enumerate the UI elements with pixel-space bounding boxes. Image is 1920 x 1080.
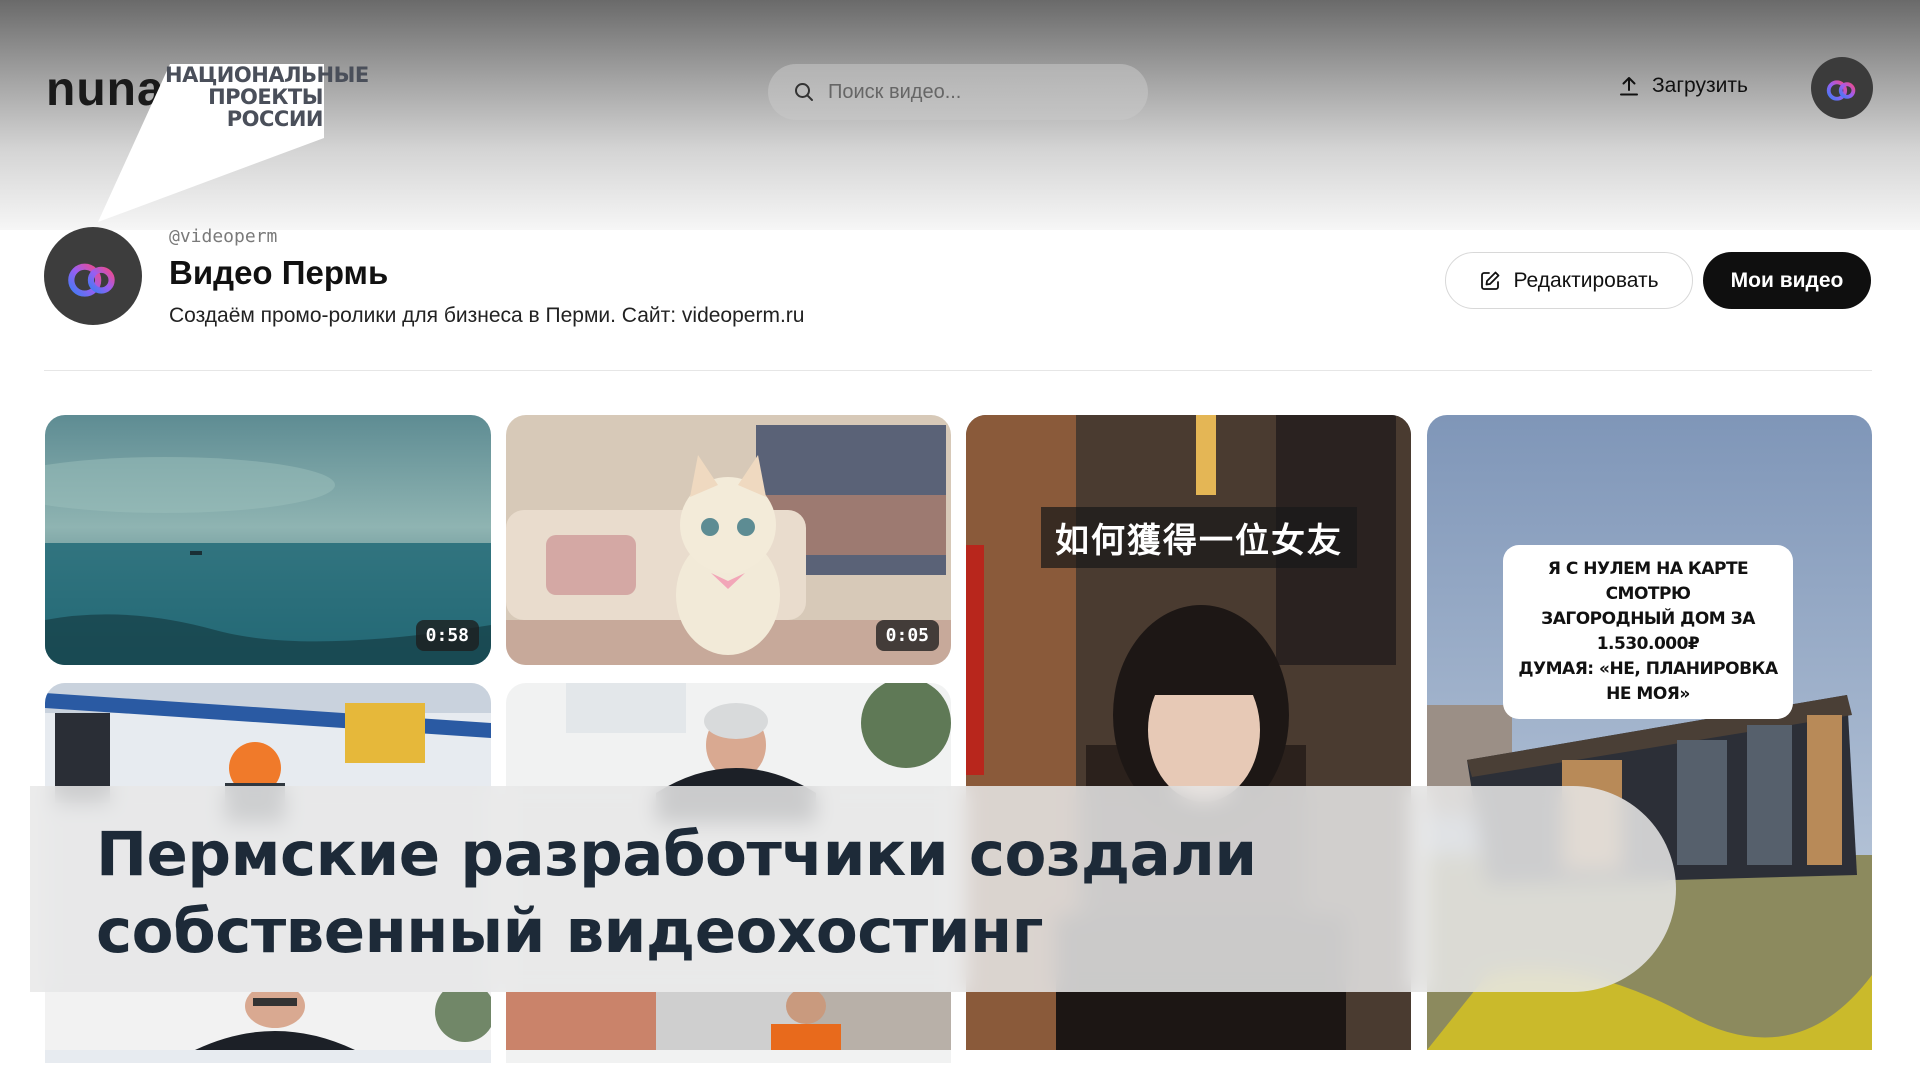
edit-label: Редактировать [1513,268,1659,292]
channel-logo-icon [68,250,115,297]
news-headline-banner: Пермские разработчики создали собственны… [30,786,1676,992]
upload-icon [1620,77,1638,96]
user-avatar[interactable] [1811,57,1873,119]
section-divider [44,370,1872,371]
video-card-sea[interactable]: 0:58 [45,415,491,665]
video-duration: 0:05 [875,620,939,651]
video-thumbnail [506,992,951,1050]
video-card-man-glasses[interactable] [45,992,491,1050]
video-card-worker[interactable] [506,992,951,1050]
channel-handle: @videoperm [169,226,278,247]
news-headline: Пермские разработчики создали собственны… [96,819,1257,967]
upload-button[interactable]: Загрузить [1618,74,1748,98]
video-caption: Я С НУЛЕМ НА КАРТЕ СМОТРЮ ЗАГОРОДНЫЙ ДОМ… [1503,545,1793,719]
channel-avatar [44,227,142,325]
video-duration: 0:58 [415,620,479,651]
search-bar[interactable] [768,64,1148,120]
video-thumbnail [45,992,491,1050]
channel-description: Создаём промо-ролики для бизнеса в Перми… [169,304,805,327]
channel-logo-icon [1826,72,1856,101]
video-card-kitten[interactable]: 0:05 [506,415,951,665]
search-input[interactable] [826,79,1130,105]
edit-icon [1481,271,1500,290]
edit-channel-button[interactable]: Редактировать [1445,252,1693,309]
national-projects-text: НАЦИОНАЛЬНЫЕ ПРОЕКТЫ РОССИИ [165,63,369,131]
video-caption: 如何獲得一位女友 [1041,507,1357,568]
my-videos-button[interactable]: Мои видео [1703,252,1871,309]
upload-label: Загрузить [1652,74,1748,97]
channel-name: Видео Пермь [169,254,389,291]
search-icon [795,83,813,101]
